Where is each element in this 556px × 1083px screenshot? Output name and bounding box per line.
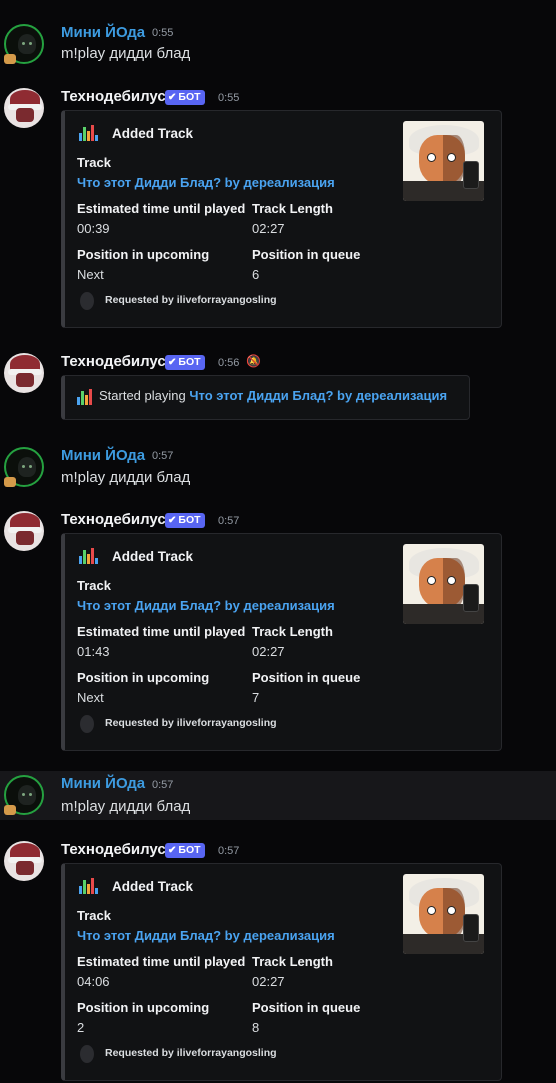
field-value: 00:39 bbox=[77, 221, 110, 236]
author-name[interactable]: Технодебилус bbox=[61, 841, 166, 858]
track-link[interactable]: Что этот Дидди Блад? by дереализация bbox=[77, 928, 335, 943]
server-badge-icon bbox=[4, 477, 16, 487]
requester-avatar-icon bbox=[80, 292, 94, 310]
field-label: Position in upcoming bbox=[77, 1000, 210, 1015]
field-label: Track Length bbox=[252, 624, 333, 639]
message-bot: Технодебилус ✔ БОТ 0:56 🔕 Started playing… bbox=[0, 351, 556, 426]
equalizer-icon bbox=[79, 878, 99, 894]
embed-title: Added Track bbox=[112, 879, 194, 894]
now-playing-text: Started playing Что этот Дидди Блад? by … bbox=[99, 388, 448, 403]
author-name[interactable]: Мини ЙОда bbox=[61, 24, 145, 41]
bot-tag: ✔ БОТ bbox=[165, 843, 205, 858]
field-value: 7 bbox=[252, 690, 260, 705]
field-value: Next bbox=[77, 690, 104, 705]
message-bot: Технодебилус ✔ БОТ 0:57 Added Track Track… bbox=[0, 839, 556, 1083]
author-name[interactable]: Мини ЙОда bbox=[61, 447, 145, 464]
user-avatar[interactable] bbox=[4, 775, 44, 815]
server-badge-icon bbox=[4, 54, 16, 64]
track-link[interactable]: Что этот Дидди Блад? by дереализация bbox=[77, 598, 335, 613]
timestamp[interactable]: 0:57 bbox=[152, 450, 173, 462]
field-label: Estimated time until played bbox=[77, 954, 246, 969]
checkmark-icon: ✔ bbox=[168, 515, 177, 526]
now-playing-embed: Started playing Что этот Дидди Блад? by … bbox=[61, 375, 470, 420]
timestamp[interactable]: 0:57 bbox=[218, 515, 239, 527]
bot-tag: ✔ БОТ bbox=[165, 355, 205, 370]
message-user: Мини ЙОда 0:55 m!play дидди блад bbox=[0, 18, 556, 68]
server-badge-icon bbox=[4, 805, 16, 815]
user-avatar[interactable] bbox=[4, 24, 44, 64]
field-label: Position in queue bbox=[252, 1000, 361, 1015]
bot-avatar[interactable] bbox=[4, 353, 44, 393]
requester-avatar-icon bbox=[80, 1045, 94, 1063]
field-label: Estimated time until played bbox=[77, 201, 246, 216]
track-link[interactable]: Что этот Дидди Блад? by дереализация bbox=[189, 388, 447, 403]
field-value: 02:27 bbox=[252, 221, 285, 236]
timestamp[interactable]: 0:56 bbox=[218, 357, 239, 369]
timestamp[interactable]: 0:55 bbox=[152, 27, 173, 39]
field-label: Position in queue bbox=[252, 670, 361, 685]
checkmark-icon: ✔ bbox=[168, 357, 177, 368]
timestamp[interactable]: 0:57 bbox=[152, 779, 173, 791]
track-link[interactable]: Что этот Дидди Блад? by дереализация bbox=[77, 175, 335, 190]
track-embed: Added Track Track Что этот Дидди Блад? b… bbox=[61, 533, 502, 751]
field-label: Track bbox=[77, 155, 111, 170]
timestamp[interactable]: 0:55 bbox=[218, 92, 239, 104]
bot-tag: ✔ БОТ bbox=[165, 90, 205, 105]
embed-title: Added Track bbox=[112, 126, 194, 141]
field-value: 6 bbox=[252, 267, 260, 282]
requester-avatar-icon bbox=[80, 715, 94, 733]
track-embed: Added Track Track Что этот Дидди Блад? b… bbox=[61, 863, 502, 1081]
field-value: Next bbox=[77, 267, 104, 282]
author-name[interactable]: Технодебилус bbox=[61, 353, 166, 370]
equalizer-icon bbox=[79, 548, 99, 564]
message-text: m!play дидди блад bbox=[61, 798, 191, 815]
track-thumbnail[interactable] bbox=[403, 874, 484, 954]
track-thumbnail[interactable] bbox=[403, 121, 484, 201]
field-value: 02:27 bbox=[252, 644, 285, 659]
field-value: 04:06 bbox=[77, 974, 110, 989]
embed-footer: Requested by iliveforrayangosling bbox=[105, 717, 277, 729]
bot-avatar[interactable] bbox=[4, 511, 44, 551]
message-user: Мини ЙОда 0:57 m!play дидди блад bbox=[0, 441, 556, 491]
checkmark-icon: ✔ bbox=[168, 92, 177, 103]
field-value: 8 bbox=[252, 1020, 260, 1035]
field-value: 02:27 bbox=[252, 974, 285, 989]
author-name[interactable]: Мини ЙОда bbox=[61, 775, 145, 792]
embed-footer: Requested by iliveforrayangosling bbox=[105, 294, 277, 306]
user-avatar[interactable] bbox=[4, 447, 44, 487]
equalizer-icon bbox=[79, 125, 99, 141]
field-label: Track bbox=[77, 908, 111, 923]
timestamp[interactable]: 0:57 bbox=[218, 845, 239, 857]
field-value: 2 bbox=[77, 1020, 85, 1035]
silent-bell-icon: 🔕 bbox=[246, 354, 261, 368]
message-bot: Технодебилус ✔ БОТ 0:57 Added Track Track… bbox=[0, 509, 556, 759]
message-text: m!play дидди блад bbox=[61, 469, 191, 486]
field-label: Estimated time until played bbox=[77, 624, 246, 639]
field-label: Track bbox=[77, 578, 111, 593]
message-bot: Технодебилус ✔ БОТ 0:55 Added Track Track… bbox=[0, 86, 556, 336]
track-thumbnail[interactable] bbox=[403, 544, 484, 624]
message-text: m!play дидди блад bbox=[61, 45, 191, 62]
equalizer-icon bbox=[77, 389, 97, 405]
field-value: 01:43 bbox=[77, 644, 110, 659]
track-embed: Added Track Track Что этот Дидди Блад? b… bbox=[61, 110, 502, 328]
field-label: Track Length bbox=[252, 201, 333, 216]
field-label: Track Length bbox=[252, 954, 333, 969]
bot-avatar[interactable] bbox=[4, 88, 44, 128]
message-user: Мини ЙОда 0:57 m!play дидди блад bbox=[0, 771, 556, 820]
bot-avatar[interactable] bbox=[4, 841, 44, 881]
bot-tag: ✔ БОТ bbox=[165, 513, 205, 528]
field-label: Position in upcoming bbox=[77, 670, 210, 685]
embed-footer: Requested by iliveforrayangosling bbox=[105, 1047, 277, 1059]
embed-title: Added Track bbox=[112, 549, 194, 564]
field-label: Position in upcoming bbox=[77, 247, 210, 262]
checkmark-icon: ✔ bbox=[168, 845, 177, 856]
field-label: Position in queue bbox=[252, 247, 361, 262]
author-name[interactable]: Технодебилус bbox=[61, 88, 166, 105]
author-name[interactable]: Технодебилус bbox=[61, 511, 166, 528]
